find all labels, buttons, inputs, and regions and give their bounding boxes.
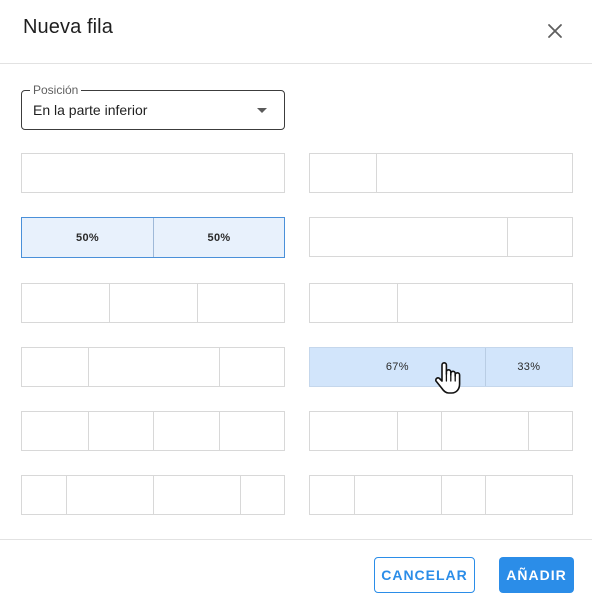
- layout-option-1-3_2-3[interactable]: [309, 283, 573, 323]
- layout-cell: [310, 218, 507, 256]
- layout-cell: [310, 476, 354, 514]
- layout-cell: [310, 284, 397, 322]
- layout-option-1-4x4[interactable]: [21, 411, 285, 451]
- dialog-title: Nueva fila: [23, 16, 113, 38]
- close-button[interactable]: [540, 16, 570, 46]
- close-icon: [548, 24, 562, 38]
- layout-option-1-6_1-3_1-3_1-6[interactable]: [21, 475, 285, 515]
- new-row-dialog: Nueva fila Posición En la parte inferior…: [0, 0, 592, 605]
- layout-cell: [397, 412, 441, 450]
- layout-cell: [440, 476, 485, 514]
- dialog-header: Nueva fila: [0, 0, 592, 64]
- layout-option-1[interactable]: [21, 153, 285, 193]
- layout-cell: [22, 412, 88, 450]
- layout-cell: [87, 412, 154, 450]
- layout-cell: 50%: [76, 231, 99, 244]
- dropdown-arrow-icon: [257, 108, 267, 113]
- layout-cell: [153, 412, 219, 450]
- layout-cell: [310, 154, 376, 192]
- layout-cell: [22, 348, 88, 386]
- layout-cell: [353, 476, 441, 514]
- layout-option-1-4_1-2_1-4[interactable]: [21, 347, 285, 387]
- layout-cell: 67%: [385, 361, 409, 373]
- layout-cell: [152, 476, 240, 514]
- layout-cell: [240, 476, 284, 514]
- layout-cell: [375, 154, 573, 192]
- layout-cell: [87, 348, 219, 386]
- layout-cell: [196, 284, 284, 322]
- dialog-footer: CANCELAR AÑADIR: [0, 539, 592, 605]
- layout-option-3-4_1-4[interactable]: [309, 217, 573, 257]
- layout-option-1-4_3-4[interactable]: [309, 153, 573, 193]
- layout-cell: [506, 218, 573, 256]
- position-select-label: Posición: [30, 83, 82, 97]
- layout-cell: [484, 476, 572, 514]
- layout-cell: [109, 284, 196, 322]
- add-button[interactable]: AÑADIR: [499, 557, 574, 593]
- layout-option-1-6_1-3_1-6_1-3[interactable]: [309, 475, 573, 515]
- layout-option-2-3_1-3[interactable]: 67% 33%: [309, 347, 573, 387]
- layout-cell: [22, 154, 284, 192]
- layout-cell: 33%: [484, 348, 572, 386]
- layout-cell: [440, 412, 528, 450]
- layout-cell: [22, 476, 66, 514]
- layout-cell: [22, 284, 109, 322]
- position-select[interactable]: Posición En la parte inferior: [21, 83, 285, 130]
- cancel-button[interactable]: CANCELAR: [374, 557, 475, 593]
- layout-cell: [218, 412, 285, 450]
- layout-cell: [528, 412, 572, 450]
- layout-option-1-2_1-2[interactable]: 50% 50%: [21, 217, 285, 258]
- layout-option-1-3x3[interactable]: [21, 283, 285, 323]
- layout-cell: [218, 348, 285, 386]
- layout-option-1-3_1-6_1-3_1-6[interactable]: [309, 411, 573, 451]
- layout-cell: [310, 412, 397, 450]
- layout-cell: [65, 476, 153, 514]
- position-select-value: En la parte inferior: [33, 102, 148, 118]
- layout-cell: [397, 284, 572, 322]
- layout-cell: 50%: [153, 218, 284, 257]
